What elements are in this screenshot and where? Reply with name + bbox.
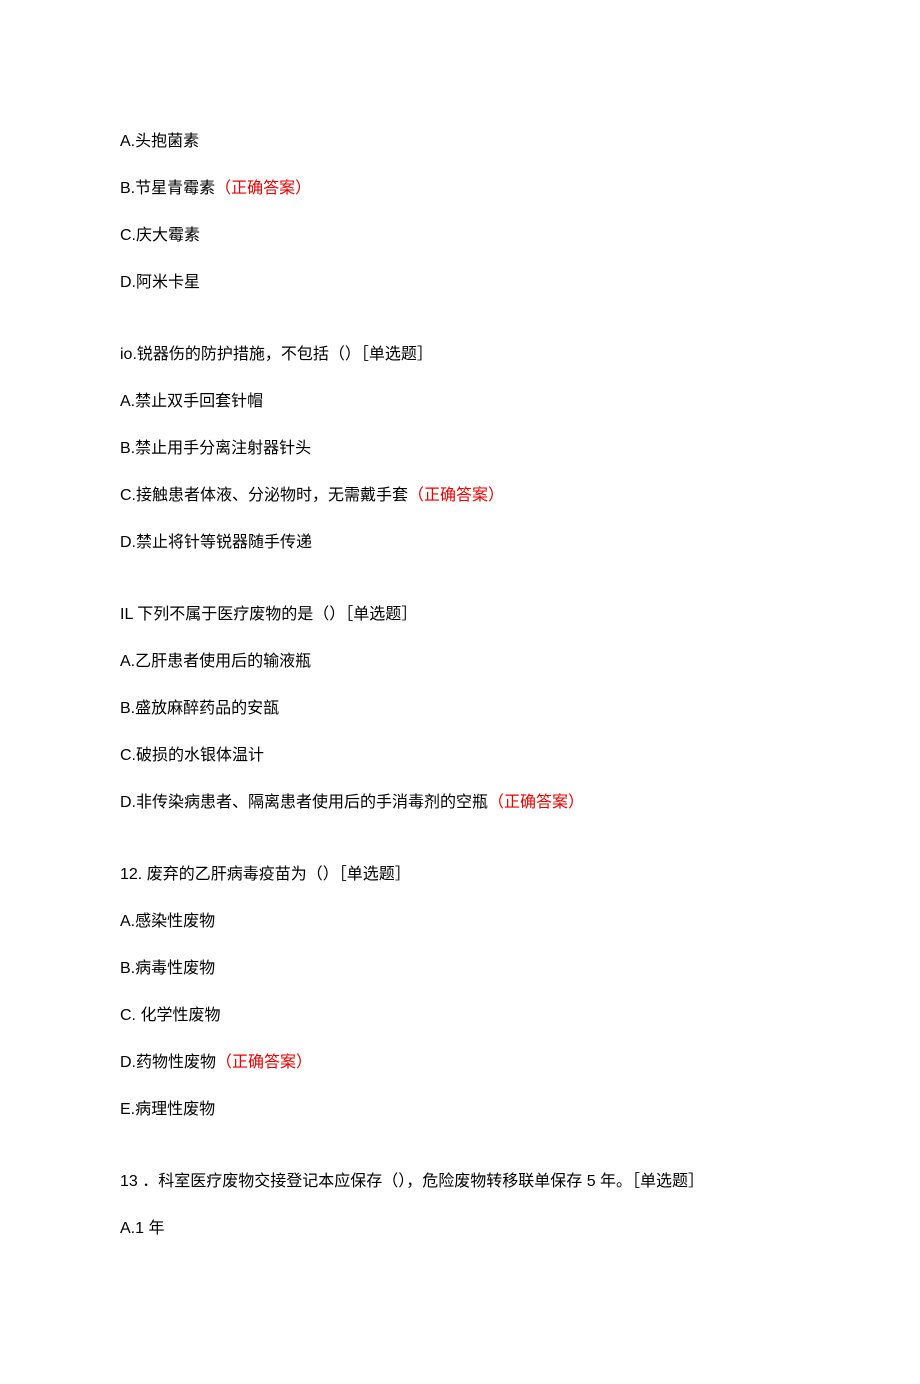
correct-answer-label: （正确答案） [216,1054,312,1071]
answer-text: C. 化学性废物 [120,1007,220,1024]
answer-text: A.感染性废物 [120,913,215,930]
question-text: 12. 废弃的乙肝病毒疫苗为（）［单选题］ [120,866,411,883]
answer-text: A.禁止双手回套针帽 [120,393,263,410]
answer-text: D.禁止将针等锐器随手传递 [120,534,312,551]
question-line: IL 下列不属于医疗废物的是（）［单选题］ [120,603,800,627]
answer-line: E.病理性废物 [120,1098,800,1122]
answer-text: B.节星青霉素 [120,180,215,197]
question-line: 13 ．科室医疗废物交接登记本应保存（），危险废物转移联单保存 5 年。［单选题… [120,1170,800,1194]
answer-text: C.破损的水银体温计 [120,747,264,764]
answer-line: A.感染性废物 [120,910,800,934]
answer-line: A.乙肝患者使用后的输液瓶 [120,650,800,674]
answer-text: B.盛放麻醉药品的安瓿 [120,700,279,717]
answer-line: B.节星青霉素（正确答案） [120,177,800,201]
correct-answer-label: （正确答案） [488,794,584,811]
answer-text: A.头抱菌素 [120,133,199,150]
answer-line: C.庆大霉素 [120,224,800,248]
answer-line: A.1 年 [120,1217,800,1241]
correct-answer-label: （正确答案） [408,487,504,504]
question-line: io.锐器伤的防护措施，不包括（）［单选题］ [120,343,800,367]
answer-text: C.接触患者体液、分泌物时，无需戴手套 [120,487,408,504]
answer-line: A.禁止双手回套针帽 [120,390,800,414]
answer-line: D.药物性废物（正确答案） [120,1051,800,1075]
correct-answer-label: （正确答案） [215,180,311,197]
answer-line: D.禁止将针等锐器随手传递 [120,531,800,555]
answer-line: C. 化学性废物 [120,1004,800,1028]
answer-text: C.庆大霉素 [120,227,200,244]
answer-line: B.病毒性废物 [120,957,800,981]
question-text: IL 下列不属于医疗废物的是（）［单选题］ [120,606,417,623]
answer-text: B.病毒性废物 [120,960,215,977]
answer-line: D.阿米卡星 [120,271,800,295]
answer-text: D.药物性废物 [120,1054,216,1071]
answer-text: A.乙肝患者使用后的输液瓶 [120,653,311,670]
answer-text: B.禁止用手分离注射器针头 [120,440,311,457]
answer-line: B.禁止用手分离注射器针头 [120,437,800,461]
answer-line: D.非传染病患者、隔离患者使用后的手消毒剂的空瓶（正确答案） [120,791,800,815]
answer-text: D.非传染病患者、隔离患者使用后的手消毒剂的空瓶 [120,794,488,811]
answer-text: D.阿米卡星 [120,274,200,291]
question-line: 12. 废弃的乙肝病毒疫苗为（）［单选题］ [120,863,800,887]
answer-line: C.破损的水银体温计 [120,744,800,768]
answer-line: B.盛放麻醉药品的安瓿 [120,697,800,721]
answer-text: A.1 年 [120,1220,164,1237]
question-text: 13 ．科室医疗废物交接登记本应保存（），危险废物转移联单保存 5 年。［单选题… [120,1173,704,1190]
question-text: io.锐器伤的防护措施，不包括（）［单选题］ [120,346,433,363]
answer-line: A.头抱菌素 [120,130,800,154]
answer-text: E.病理性废物 [120,1101,215,1118]
answer-line: C.接触患者体液、分泌物时，无需戴手套（正确答案） [120,484,800,508]
